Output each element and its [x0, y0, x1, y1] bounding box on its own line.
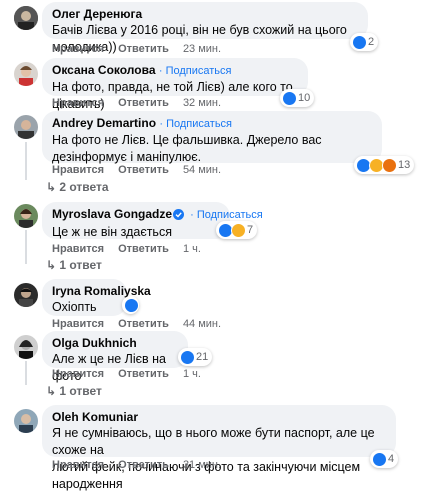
reaction-count[interactable]: 2	[350, 33, 379, 51]
like-button[interactable]: Нравится	[52, 368, 104, 380]
reaction-count[interactable]: 4	[370, 450, 399, 468]
like-button[interactable]: Нравится	[52, 43, 104, 55]
comment-bubble: Oleh Komuniar Я не сумніваюсь, що в ньог…	[42, 405, 396, 491]
comment-bubble: Myroslava Gongadze · Подписаться Це ж не…	[42, 202, 263, 239]
timestamp[interactable]: 23 мин.	[183, 43, 221, 55]
reply-arrow-icon: ↳	[46, 180, 60, 194]
thread-line	[25, 230, 27, 264]
reaction-count[interactable]: 10	[280, 89, 315, 107]
comment-bubble: Iryna Romaliyska Охіопть	[42, 279, 151, 316]
like-icon	[124, 297, 139, 313]
comment-bubble: Олег Деренюга Бачів Лієва у 2016 році, в…	[42, 2, 368, 54]
reply-arrow-icon: ↳	[46, 258, 60, 272]
comment-author[interactable]: Myroslava Gongadze	[52, 207, 172, 221]
comment-actions: Нравится Ответить 31 мин.	[52, 459, 235, 471]
thread-line	[25, 142, 27, 180]
like-icon	[180, 349, 195, 365]
timestamp[interactable]: 1 ч.	[183, 368, 201, 380]
like-icon	[352, 34, 367, 50]
comment-bubble: Olga Dukhnich Але ж це не Лієв на фото	[42, 331, 188, 383]
reply-button[interactable]: Ответить	[118, 43, 169, 55]
avatar[interactable]	[14, 409, 38, 433]
avatar[interactable]	[14, 335, 38, 359]
comment-actions: Нравится Ответить 54 мин.	[52, 164, 235, 176]
reply-button[interactable]: Ответить	[118, 368, 169, 380]
reaction-count[interactable]	[122, 296, 139, 314]
thread-line	[25, 361, 27, 385]
comment-actions: Нравится Ответить 1 ч.	[52, 243, 215, 255]
avatar[interactable]	[14, 62, 38, 86]
view-replies[interactable]: ↳ 1 ответ	[46, 384, 102, 398]
reply-button[interactable]: Ответить	[118, 243, 169, 255]
timestamp[interactable]: 31 мин.	[183, 459, 221, 471]
view-replies[interactable]: ↳ 2 ответа	[46, 180, 109, 194]
view-replies[interactable]: ↳ 1 ответ	[46, 258, 102, 272]
timestamp[interactable]: 44 мин.	[183, 318, 221, 330]
follow-link[interactable]: Подписаться	[197, 209, 263, 221]
comment-text: Охіопть	[52, 300, 97, 314]
like-button[interactable]: Нравится	[52, 164, 104, 176]
reply-arrow-icon: ↳	[46, 384, 60, 398]
reaction-count[interactable]: 21	[178, 348, 213, 366]
avatar[interactable]	[14, 204, 38, 228]
reply-button[interactable]: Ответить	[118, 459, 169, 471]
like-button[interactable]: Нравится	[52, 97, 104, 109]
reply-button[interactable]: Ответить	[118, 318, 169, 330]
comment-text: На фото не Лієв. Це фальшивка. Джерело в…	[52, 133, 322, 164]
follow-link[interactable]: Подписаться	[166, 65, 232, 77]
verified-badge-icon	[173, 209, 185, 224]
timestamp[interactable]: 1 ч.	[183, 243, 201, 255]
timestamp[interactable]: 32 мин.	[183, 97, 221, 109]
comment-actions: Нравится Ответить 44 мин.	[52, 318, 235, 330]
comment-text-line-1: Я не сумніваюсь, що в нього може бути па…	[52, 426, 375, 457]
reply-button[interactable]: Ответить	[118, 97, 169, 109]
comment-author[interactable]: Iryna Romaliyska	[52, 284, 151, 299]
comment-author[interactable]: Oleh Komuniar	[52, 410, 386, 425]
comment-actions: Нравится Ответить 23 мин.	[52, 43, 235, 55]
comment-actions: Нравится Ответить 32 мин.	[52, 97, 235, 109]
like-button[interactable]: Нравится	[52, 318, 104, 330]
comment-text: Це ж не він здається	[52, 225, 172, 239]
comment-author[interactable]: Olga Dukhnich	[52, 336, 178, 351]
like-button[interactable]: Нравится	[52, 243, 104, 255]
comment-author[interactable]: Оксана Соколова	[52, 63, 156, 77]
comment-bubble: Оксана Соколова · Подписаться На фото, п…	[42, 58, 308, 111]
reaction-count[interactable]: 13	[354, 156, 415, 174]
reply-button[interactable]: Ответить	[118, 164, 169, 176]
avatar[interactable]	[14, 283, 38, 307]
timestamp[interactable]: 54 мин.	[183, 164, 221, 176]
follow-link[interactable]: Подписаться	[166, 118, 232, 130]
like-icon	[372, 451, 387, 467]
avatar[interactable]	[14, 6, 38, 30]
like-icon	[282, 90, 297, 106]
like-button[interactable]: Нравится	[52, 459, 104, 471]
comment-actions: Нравится Ответить 1 ч.	[52, 368, 215, 380]
reaction-count[interactable]: 7	[216, 221, 258, 239]
comment-author[interactable]: Олег Деренюга	[52, 7, 358, 22]
haha-icon	[231, 222, 246, 238]
comment-bubble: Andrey Demartino · Подписаться На фото н…	[42, 111, 382, 164]
avatar[interactable]	[14, 115, 38, 139]
angry-icon	[382, 157, 397, 173]
comment-author[interactable]: Andrey Demartino	[52, 116, 156, 130]
